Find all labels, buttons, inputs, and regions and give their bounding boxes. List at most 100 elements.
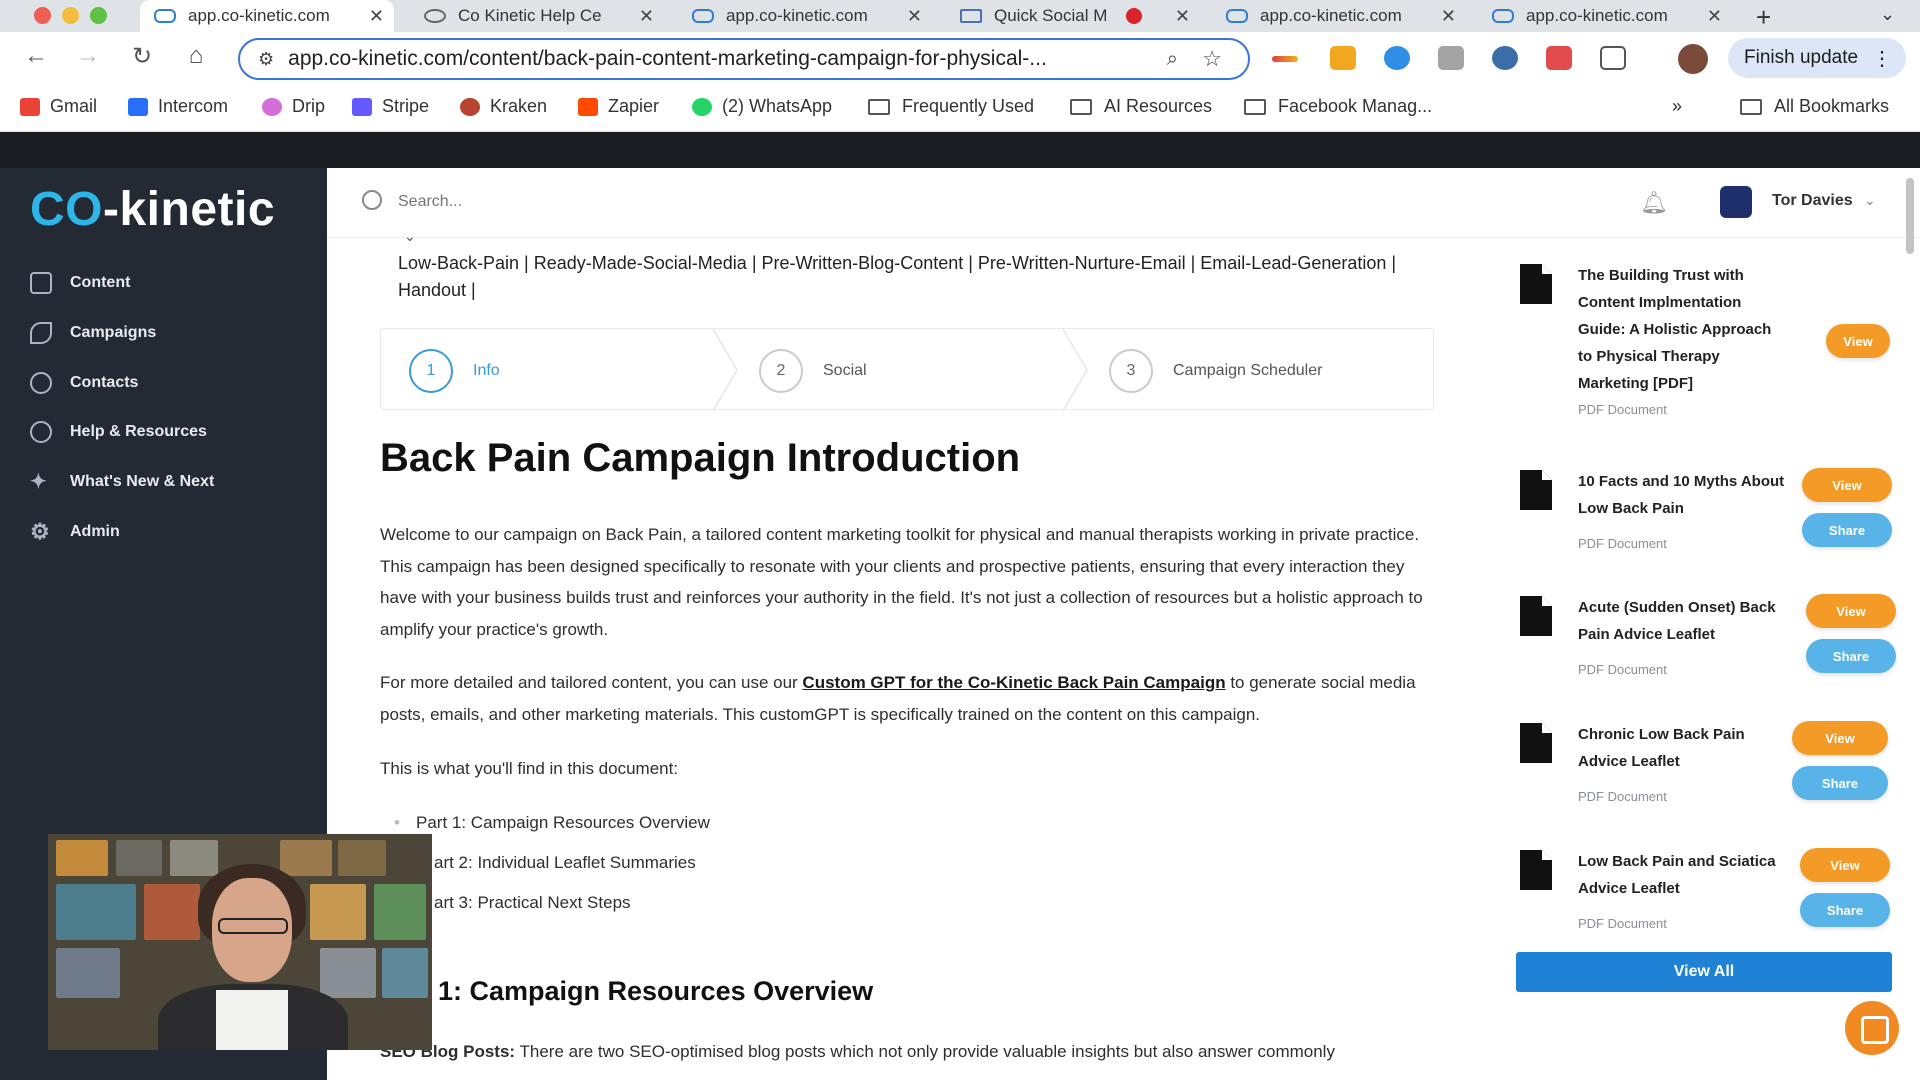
step-social[interactable]: 2 Social	[759, 349, 867, 393]
close-tab-icon[interactable]: ✕	[1441, 6, 1456, 27]
folder-icon	[1070, 98, 1092, 115]
browser-tab-1[interactable]: app.co-kinetic.com ✕	[140, 0, 394, 32]
sidebar-item-whats-new[interactable]: ✦ What's New & Next	[30, 471, 214, 493]
extensions-puzzle-icon[interactable]	[1600, 46, 1626, 70]
back-arrow-icon[interactable]: ←	[20, 42, 52, 70]
zoom-icon[interactable]: ⌕	[1167, 48, 1178, 71]
maximize-window-button[interactable]	[90, 7, 107, 24]
view-button[interactable]: View	[1806, 594, 1896, 628]
close-tab-icon[interactable]: ✕	[1175, 6, 1190, 27]
doc-icon	[960, 9, 982, 23]
step-number: 1	[409, 349, 453, 393]
sidebar-item-contacts[interactable]: Contacts	[30, 372, 138, 394]
wall-photo	[310, 884, 366, 940]
browser-tab-6[interactable]: app.co-kinetic.com ✕	[1478, 0, 1732, 32]
home-icon[interactable]: ⌂	[180, 42, 212, 70]
sidebar-item-help-resources[interactable]: Help & Resources	[30, 421, 207, 443]
bookmark-whatsapp[interactable]: (2) WhatsApp	[692, 96, 832, 117]
bell-icon[interactable]: 🔔︎	[1640, 190, 1668, 216]
sidebar-item-label: What's New & Next	[70, 473, 215, 490]
step-campaign-scheduler[interactable]: 3 Campaign Scheduler	[1109, 349, 1322, 393]
close-window-button[interactable]	[34, 7, 51, 24]
url-text[interactable]: app.co-kinetic.com/content/back-pain-con…	[288, 47, 1148, 71]
step-info[interactable]: 1 Info	[409, 349, 500, 393]
user-avatar[interactable]	[1720, 186, 1752, 218]
extension-icon[interactable]	[1330, 46, 1356, 70]
extension-icon[interactable]	[1272, 56, 1298, 62]
resource-title[interactable]: The Building Trust with Content Implment…	[1578, 262, 1788, 397]
collapse-chevron-icon[interactable]: ⌄	[404, 228, 416, 245]
bookmark-ai-resources[interactable]: AI Resources	[1070, 96, 1212, 117]
resource-title[interactable]: Acute (Sudden Onset) Back Pain Advice Le…	[1578, 594, 1788, 648]
custom-gpt-link[interactable]: Custom GPT for the Co-Kinetic Back Pain …	[802, 673, 1225, 692]
sidebar-item-admin[interactable]: ⚙ Admin	[30, 521, 120, 543]
close-tab-icon[interactable]: ✕	[639, 6, 654, 27]
wall-photo	[56, 948, 120, 998]
wall-photo	[170, 840, 218, 876]
close-tab-icon[interactable]: ✕	[1707, 6, 1722, 27]
view-button[interactable]: View	[1792, 721, 1888, 755]
bookmark-zapier[interactable]: Zapier	[578, 96, 659, 117]
forward-arrow-icon[interactable]: →	[72, 42, 104, 70]
step-label: Campaign Scheduler	[1173, 362, 1323, 379]
tab-title: app.co-kinetic.com	[1526, 6, 1668, 25]
bookmark-frequently-used[interactable]: Frequently Used	[868, 96, 1034, 117]
bookmark-facebook-manag[interactable]: Facebook Manag...	[1244, 96, 1432, 117]
search-input[interactable]	[398, 188, 998, 216]
user-name[interactable]: Tor Davies	[1772, 192, 1853, 210]
chevron-down-icon[interactable]: ⌄	[1864, 192, 1876, 209]
new-tab-icon[interactable]: +	[1756, 2, 1771, 33]
profile-avatar[interactable]	[1678, 44, 1708, 74]
resource-title[interactable]: Chronic Low Back Pain Advice Leaflet	[1578, 721, 1788, 775]
bookmark-all-bookmarks[interactable]: All Bookmarks	[1740, 96, 1889, 117]
resource-type: PDF Document	[1578, 402, 1667, 417]
chat-launcher-icon[interactable]	[1845, 1001, 1899, 1055]
extension-icon[interactable]	[1384, 46, 1410, 70]
tab-search-chevron-icon[interactable]: ⌄	[1880, 4, 1895, 25]
bookmark-star-icon[interactable]: ☆	[1202, 46, 1222, 72]
extension-icon[interactable]	[1492, 46, 1518, 70]
bookmark-drip[interactable]: Drip	[262, 96, 325, 117]
bookmark-label: Kraken	[490, 96, 548, 116]
sparkle-icon: ✦	[30, 471, 47, 493]
share-button[interactable]: Share	[1800, 893, 1890, 927]
co-kinetic-logo[interactable]: CO-kinetic	[30, 182, 275, 237]
zapier-icon	[578, 97, 598, 116]
browser-tab-5[interactable]: app.co-kinetic.com ✕	[1212, 0, 1466, 32]
browser-tab-3[interactable]: app.co-kinetic.com ✕	[678, 0, 932, 32]
browser-tab-bar: app.co-kinetic.com ✕ Co Kinetic Help Ce …	[0, 0, 1920, 32]
share-button[interactable]: Share	[1806, 639, 1896, 673]
bookmark-intercom[interactable]: Intercom	[128, 96, 228, 117]
minimize-window-button[interactable]	[62, 7, 79, 24]
bookmark-kraken[interactable]: Kraken	[460, 96, 547, 117]
finish-update-button[interactable]: Finish update ⋮	[1728, 38, 1906, 78]
wall-photo	[56, 884, 136, 940]
camera-extension-icon[interactable]	[1438, 46, 1464, 70]
scrollbar[interactable]	[1906, 178, 1914, 254]
sidebar-item-content[interactable]: Content	[30, 272, 130, 294]
sidebar-item-campaigns[interactable]: Campaigns	[30, 322, 156, 344]
bookmark-gmail[interactable]: Gmail	[20, 96, 97, 117]
pdf-document-icon	[1520, 723, 1552, 763]
view-button[interactable]: View	[1826, 324, 1890, 358]
close-tab-icon[interactable]: ✕	[369, 6, 384, 27]
share-button[interactable]: Share	[1792, 766, 1888, 800]
view-all-button[interactable]: View All	[1516, 952, 1892, 992]
share-button[interactable]: Share	[1802, 513, 1892, 547]
resource-title[interactable]: 10 Facts and 10 Myths About Low Back Pai…	[1578, 468, 1788, 522]
browser-tab-2[interactable]: Co Kinetic Help Ce ✕	[410, 0, 664, 32]
view-button[interactable]: View	[1800, 848, 1890, 882]
browser-tab-4[interactable]: Quick Social M ✕	[946, 0, 1200, 32]
address-bar[interactable]: ⚙ app.co-kinetic.com/content/back-pain-c…	[238, 38, 1250, 80]
bookmark-stripe[interactable]: Stripe	[352, 96, 429, 117]
close-tab-icon[interactable]: ✕	[907, 6, 922, 27]
site-settings-icon[interactable]: ⚙	[258, 49, 274, 70]
view-button[interactable]: View	[1802, 468, 1892, 502]
bookmark-label: (2) WhatsApp	[722, 96, 833, 116]
extension-badge-icon[interactable]	[1546, 46, 1572, 70]
reload-icon[interactable]: ↻	[126, 42, 158, 71]
resource-title[interactable]: Low Back Pain and Sciatica Advice Leafle…	[1578, 848, 1788, 902]
more-menu-icon[interactable]: ⋮	[1872, 46, 1892, 71]
bookmarks-overflow-icon[interactable]: »	[1672, 96, 1682, 117]
step-number: 2	[759, 349, 803, 393]
